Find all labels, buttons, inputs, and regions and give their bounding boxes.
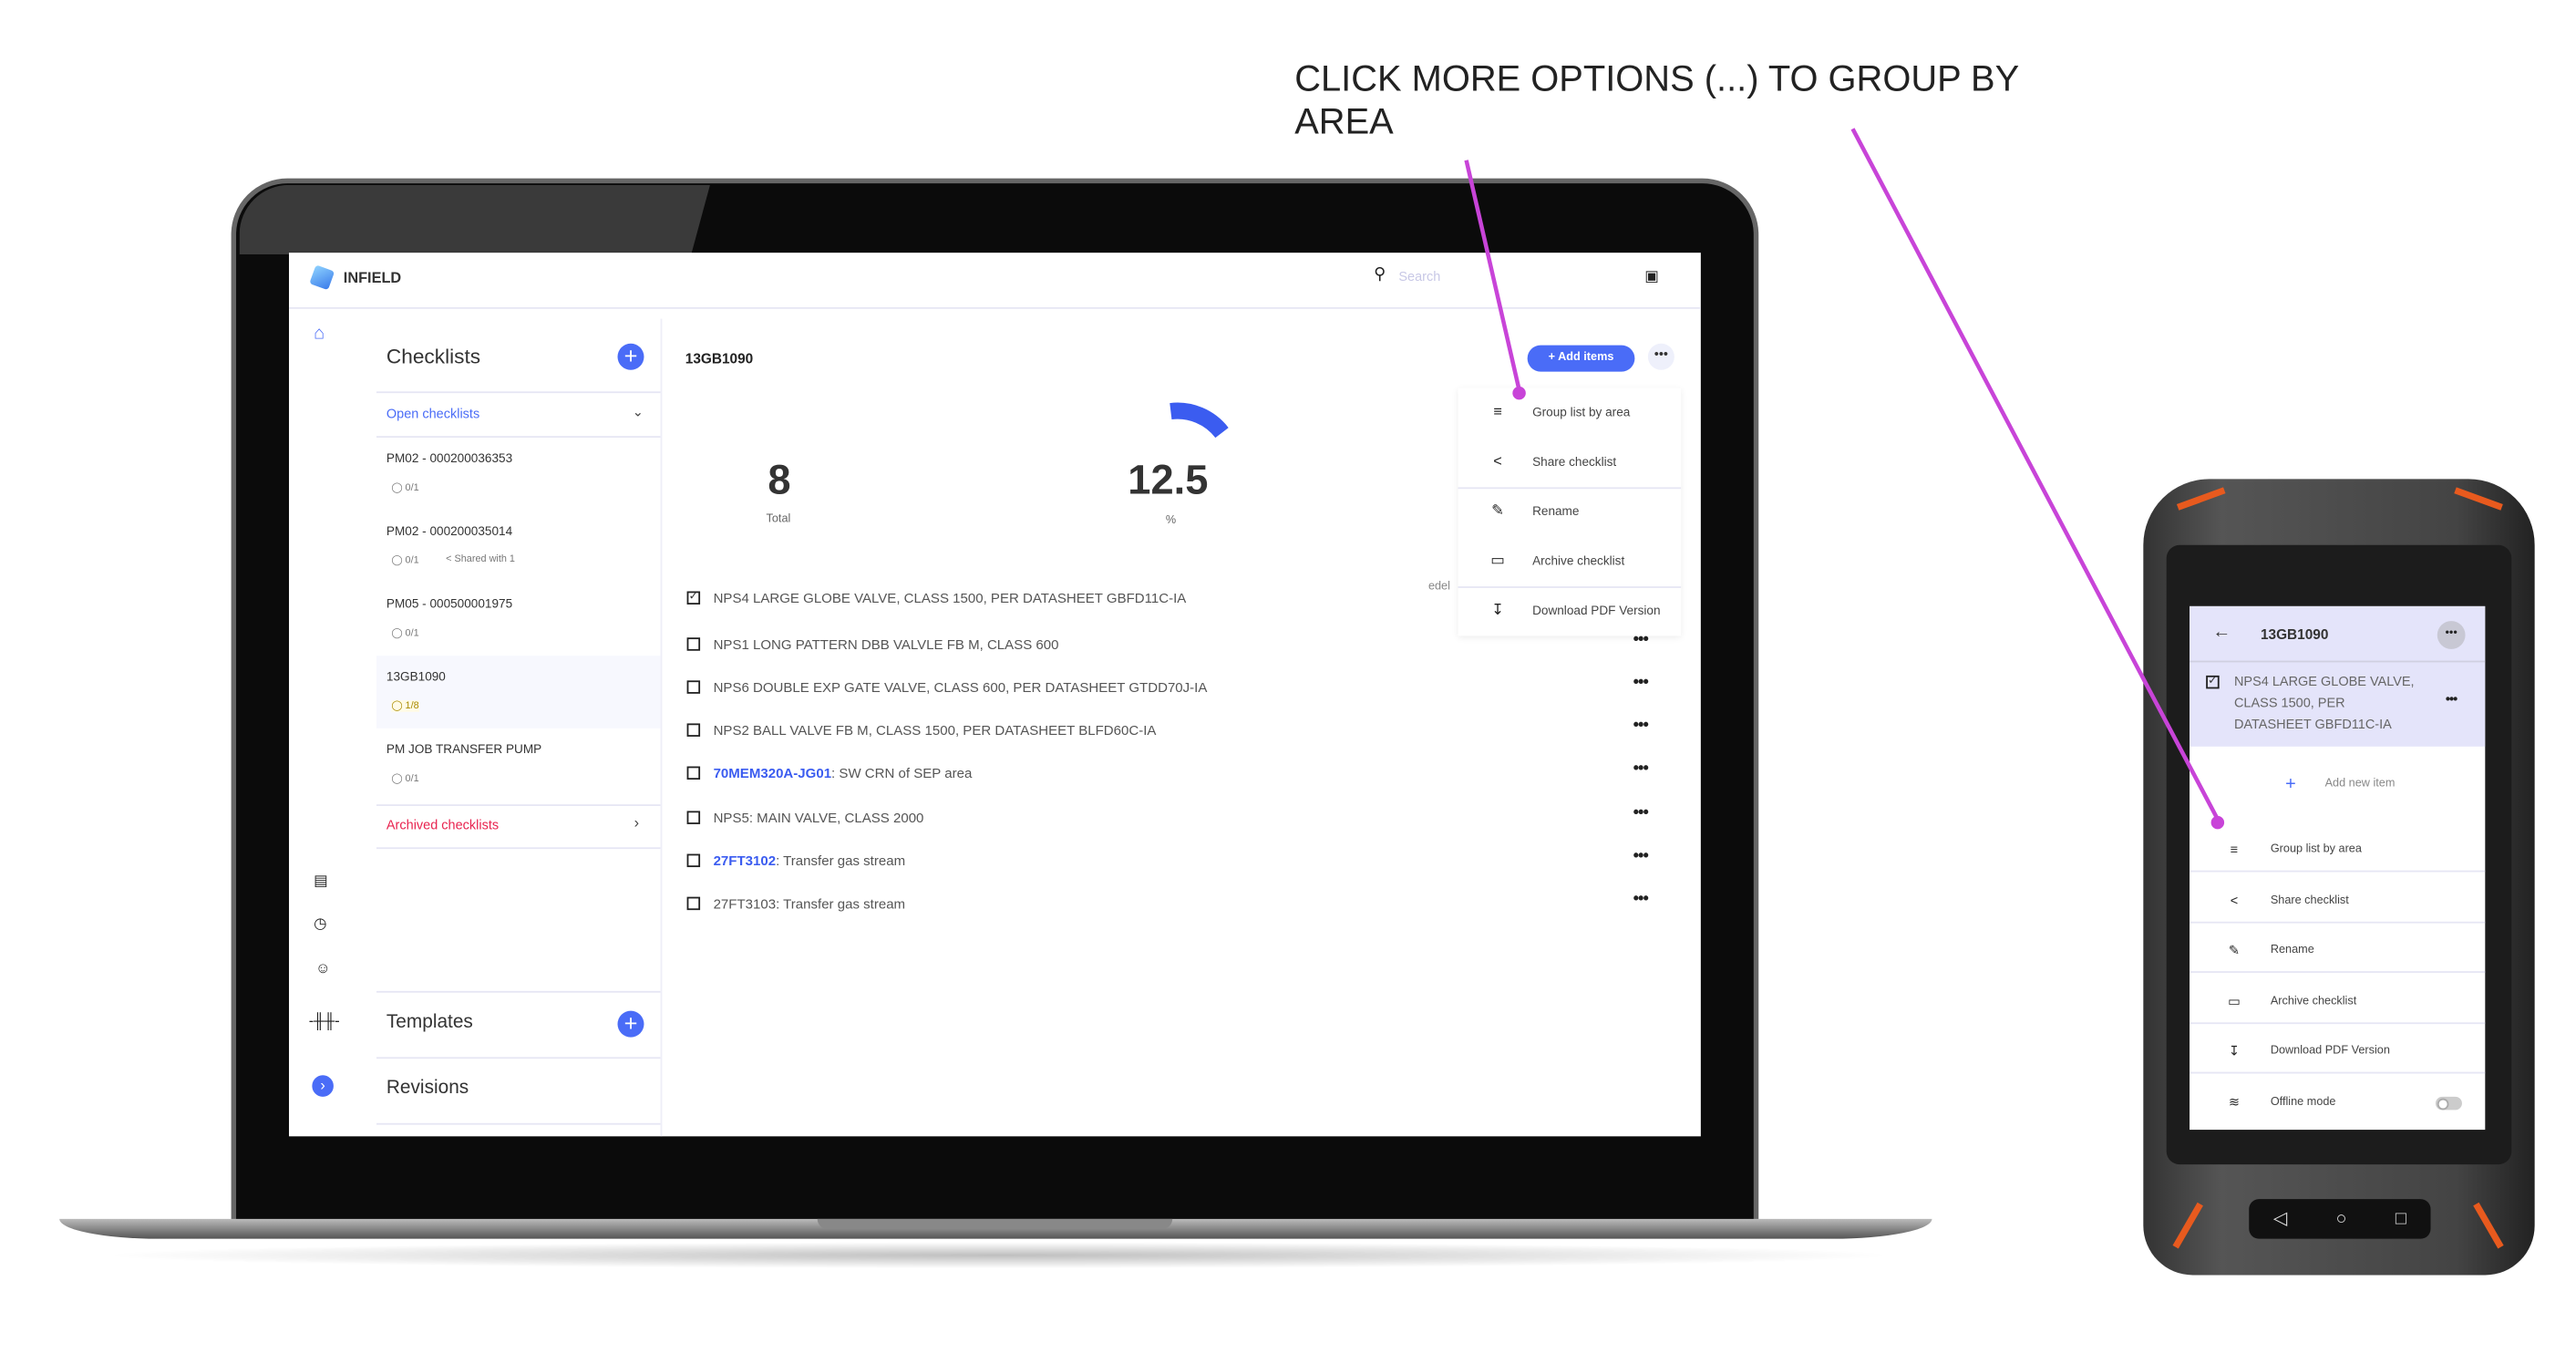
annotation-lines [1464,128,2225,830]
stage: CLICK MORE OPTIONS (...) TO GROUP BY ARE… [0,0,2576,1364]
